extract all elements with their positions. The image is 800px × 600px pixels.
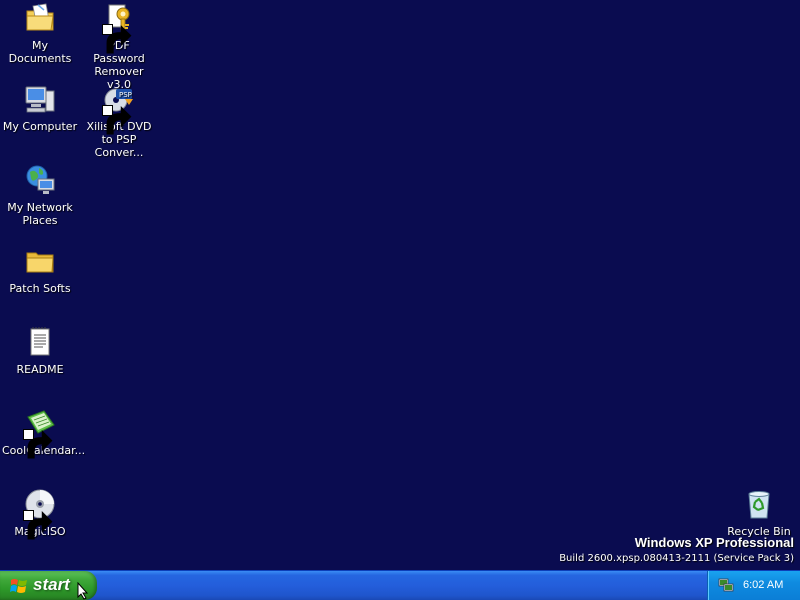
my-computer-icon [24, 83, 56, 115]
start-label: start [33, 575, 70, 594]
text-document-icon [24, 326, 56, 358]
desktop-icon-my-documents[interactable]: My Documents [0, 2, 80, 65]
system-tray: 6:02 AM [707, 571, 800, 600]
desktop-icon-my-computer[interactable]: My Computer [0, 83, 80, 133]
pdf-password-remover-icon [102, 2, 135, 54]
desktop-icon-patch-softs[interactable]: Patch Softs [0, 245, 80, 295]
cool-calendar-icon [23, 407, 56, 459]
desktop-icon-coolcalendar[interactable]: CoolCalendar... [0, 407, 85, 459]
icon-label: My Documents [8, 39, 72, 65]
desktop: My Documents PDF Password Remover v3.0 M… [0, 0, 800, 570]
os-edition-watermark: Windows XP Professional [634, 535, 794, 550]
mouse-cursor-icon [77, 581, 89, 600]
icon-label: My Network Places [7, 201, 73, 227]
shortcut-arrow-icon [23, 510, 53, 540]
desktop-icon-recycle-bin[interactable]: Recycle Bin [719, 488, 799, 538]
svg-text:PSP: PSP [119, 91, 132, 99]
my-documents-icon [24, 2, 56, 34]
icon-label: README [16, 363, 64, 376]
icon-label: Patch Softs [9, 282, 71, 295]
shortcut-arrow-icon [102, 24, 132, 54]
network-tray-icon[interactable] [718, 577, 734, 593]
system-clock[interactable]: 6:02 AM [743, 579, 783, 591]
taskbar: start 6:02 AM [0, 570, 800, 600]
os-build-watermark: Build 2600.xpsp.080413-2111 (Service Pac… [559, 553, 794, 564]
desktop-icon-readme[interactable]: README [0, 326, 80, 376]
shortcut-arrow-icon [102, 105, 132, 135]
windows-logo-icon [10, 577, 28, 595]
xilisoft-dvd-psp-icon: PSP [102, 83, 135, 135]
desktop-icon-pdf-password-remover[interactable]: PDF Password Remover v3.0 [79, 2, 159, 91]
folder-icon [24, 245, 56, 277]
recycle-bin-icon [743, 488, 775, 520]
magiciso-disc-icon [23, 488, 56, 540]
shortcut-arrow-icon [23, 429, 53, 459]
desktop-icon-magiciso[interactable]: MagicISO [0, 488, 80, 540]
network-places-icon [24, 164, 56, 196]
desktop-icon-my-network-places[interactable]: My Network Places [0, 164, 80, 227]
icon-label: My Computer [2, 120, 78, 133]
desktop-icon-xilisoft-dvd-psp[interactable]: PSP Xilisoft DVD to PSP Conver... [79, 83, 159, 159]
